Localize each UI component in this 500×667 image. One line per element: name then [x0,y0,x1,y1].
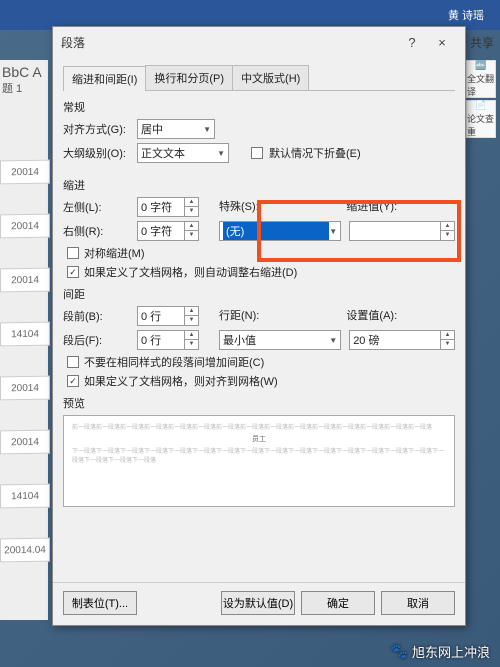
space-before-spinner[interactable]: 0 行 ▲▼ [137,306,199,326]
no-space-same-style-label: 不要在相同样式的段落间增加间距(C) [84,354,264,370]
user-name: 黄 诗瑶 [440,5,492,25]
indent-by-label: 缩进值(Y): [346,198,455,214]
outline-label: 大纲级别(O): [63,145,131,161]
spinner-down-icon: ▼ [441,231,454,240]
watermark: 🐾 旭东网上冲浪 [391,642,490,661]
spinner-down-icon: ▼ [185,316,198,325]
collapse-checkbox[interactable] [251,147,263,159]
plagiarism-button[interactable]: 📄论文查重 [466,100,496,138]
chevron-down-icon: ▼ [329,227,337,236]
collapse-label: 默认情况下折叠(E) [269,145,361,161]
paragraph-dialog: 段落 ? × 缩进和间距(I) 换行和分页(P) 中文版式(H) 常规 对齐方式… [52,26,466,626]
chevron-down-icon: ▼ [329,336,337,345]
line-spacing-label: 行距(N): [219,307,338,323]
set-default-button[interactable]: 设为默认值(D) [221,591,295,615]
spinner-up-icon: ▲ [441,331,454,340]
space-after-spinner[interactable]: 0 行 ▲▼ [137,330,199,350]
alignment-label: 对齐方式(G): [63,121,131,137]
tabs-button[interactable]: 制表位(T)... [63,591,137,615]
right-indent-spinner[interactable]: 0 字符 ▲▼ [137,221,199,241]
dialog-titlebar: 段落 ? × [53,27,465,57]
section-spacing: 间距 [63,286,455,302]
tab-asian-typography[interactable]: 中文版式(H) [232,65,309,90]
tab-indent-spacing[interactable]: 缩进和间距(I) [63,66,146,91]
spinner-up-icon: ▲ [185,198,198,207]
close-button[interactable]: × [427,35,457,50]
ok-button[interactable]: 确定 [301,591,375,615]
chevron-down-icon: ▼ [217,149,225,158]
translate-button[interactable]: 🔤全文翻译 [466,60,496,98]
left-indent-spinner[interactable]: 0 字符 ▲▼ [137,197,199,217]
outline-select[interactable]: 正文文本▼ [137,143,229,163]
spinner-down-icon: ▼ [441,340,454,349]
dialog-tabs: 缩进和间距(I) 换行和分页(P) 中文版式(H) [63,65,455,91]
dialog-title: 段落 [61,34,85,51]
auto-adjust-indent-label: 如果定义了文档网格，则自动调整右缩进(D) [84,264,297,280]
right-indent-label: 右侧(R): [63,223,131,239]
snap-to-grid-label: 如果定义了文档网格，则对齐到网格(W) [84,373,278,389]
left-indent-label: 左侧(L): [63,199,131,215]
space-before-label: 段前(B): [63,308,131,324]
alignment-select[interactable]: 居中▼ [137,119,215,139]
preview-pane: 前一段落前一段落前一段落前一段落前一段落前一段落前一段落前一段落前一段落前一段落… [63,415,455,507]
doc-rows: 2001420014200141410420014200141410420014… [0,160,50,562]
space-after-label: 段后(F): [63,332,131,348]
spinner-down-icon: ▼ [185,340,198,349]
no-space-same-style-checkbox[interactable] [67,356,79,368]
special-select[interactable]: (无)▼ [219,221,341,241]
line-spacing-select[interactable]: 最小值▼ [219,330,341,350]
tab-line-page-breaks[interactable]: 换行和分页(P) [145,65,233,90]
spinner-up-icon: ▲ [185,222,198,231]
at-label: 设置值(A): [346,307,455,323]
help-button[interactable]: ? [397,35,427,50]
mirror-indent-checkbox[interactable] [67,247,79,259]
paw-icon: 🐾 [391,643,408,660]
section-indent: 缩进 [63,177,455,193]
spinner-up-icon: ▲ [185,307,198,316]
section-general: 常规 [63,99,455,115]
snap-to-grid-checkbox[interactable]: ✓ [67,375,79,387]
spinner-up-icon: ▲ [185,331,198,340]
auto-adjust-indent-checkbox[interactable]: ✓ [67,266,79,278]
section-preview: 预览 [63,395,455,411]
spinner-down-icon: ▼ [185,207,198,216]
special-label: 特殊(S): [219,198,338,214]
spinner-down-icon: ▼ [185,231,198,240]
spinner-up-icon: ▲ [441,222,454,231]
mirror-indent-label: 对称缩进(M) [84,245,145,261]
chevron-down-icon: ▼ [203,125,211,134]
at-spinner[interactable]: 20 磅 ▲▼ [349,330,455,350]
cancel-button[interactable]: 取消 [381,591,455,615]
indent-by-spinner[interactable]: ▲▼ [349,221,455,241]
